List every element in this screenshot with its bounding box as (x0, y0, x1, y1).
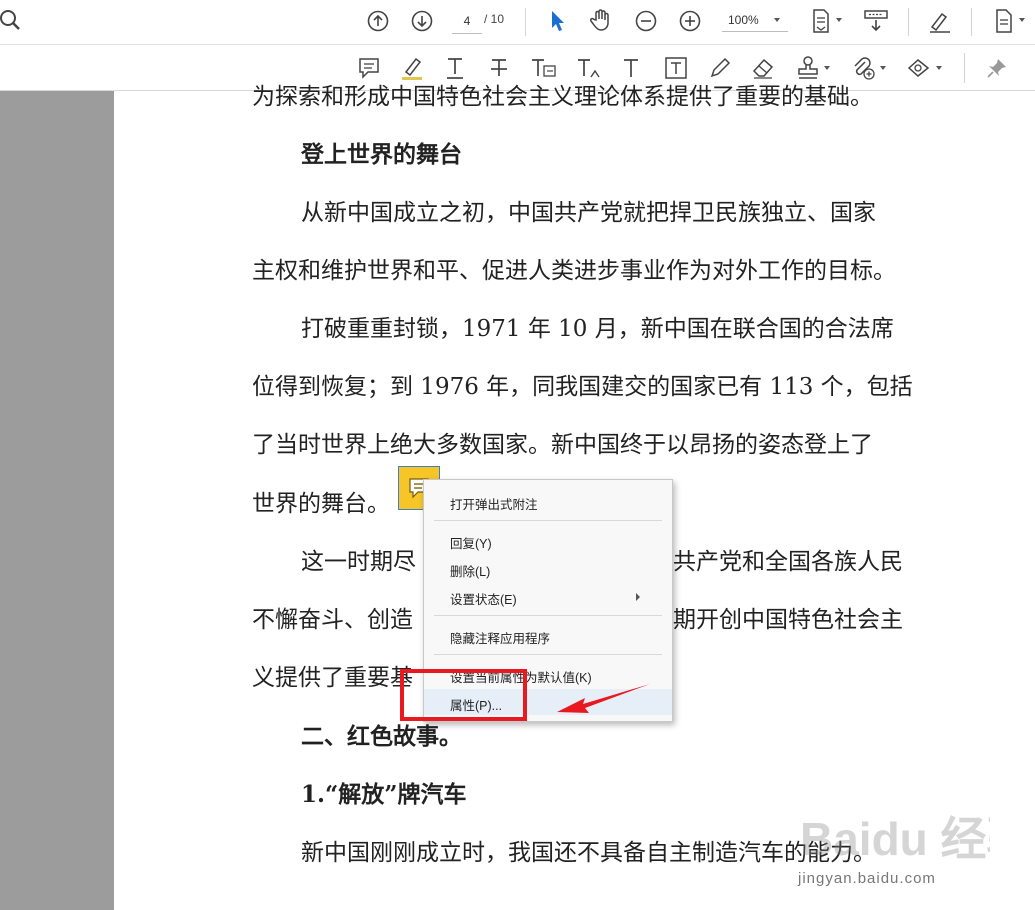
zoom-value: 100% (728, 13, 759, 27)
menu-divider (434, 615, 662, 616)
chevron-down-icon[interactable] (836, 18, 842, 22)
text-box-icon[interactable] (662, 54, 690, 82)
stamp-icon[interactable] (794, 54, 822, 82)
chevron-down-icon[interactable] (824, 66, 830, 70)
section-heading: 二、红色故事。 (301, 723, 462, 750)
page-number-input[interactable] (452, 9, 482, 34)
menu-item-delete[interactable]: 删除(L) (424, 555, 672, 581)
text-line: 为探索和形成中国特色社会主义理论体系提供了重要的基础。 (252, 84, 873, 110)
text-line: 义提供了重要基 (252, 665, 413, 691)
eraser-icon[interactable] (748, 54, 778, 82)
add-text-icon[interactable] (618, 54, 644, 82)
replace-text-icon[interactable] (528, 54, 558, 82)
menu-item-set-status[interactable]: 设置状态(E) (424, 583, 672, 609)
section-heading: 登上世界的舞台 (301, 141, 462, 168)
insert-text-icon[interactable] (574, 54, 604, 82)
menu-item-open-popup-note[interactable]: 打开弹出式附注 (424, 488, 672, 514)
highlight-text-icon[interactable] (398, 54, 426, 82)
toolbar-divider (525, 8, 526, 36)
text-line: 打破重重封锁，1971 年 10 月，新中国在联合国的合法席 (301, 316, 894, 342)
sign-icon[interactable] (926, 7, 954, 35)
menu-item-hide-comment-app[interactable]: 隐藏注释应用程序 (424, 622, 672, 648)
underline-text-icon[interactable] (442, 54, 468, 82)
left-gutter (0, 91, 114, 910)
toolbar-divider (971, 8, 972, 36)
svg-text:Baidu 经验: Baidu 经验 (800, 813, 990, 865)
highlight-box (400, 669, 527, 721)
sticky-note-icon[interactable] (356, 55, 382, 81)
toolbar-divider (964, 53, 965, 83)
hand-tool-icon[interactable] (588, 7, 614, 33)
text-line: 位得到恢复；到 1976 年，同我国建交的国家已有 113 个，包括 (252, 374, 913, 400)
zoom-in-icon[interactable] (678, 9, 702, 33)
pencil-icon[interactable] (706, 54, 734, 82)
zoom-select[interactable]: 100% (722, 9, 788, 32)
text-line: 新中国刚刚成立时，我国还不具备自主制造汽车的能力。 (301, 840, 876, 866)
pin-icon[interactable] (984, 54, 1010, 82)
menu-divider (434, 654, 662, 655)
chevron-down-icon[interactable] (880, 66, 886, 70)
text-line: 这一时期尽 (301, 549, 416, 575)
zoom-out-icon[interactable] (634, 9, 658, 33)
search-icon[interactable] (0, 8, 24, 32)
text-line: 共产党和全国各族人民 (673, 549, 903, 575)
toolbar-divider (908, 8, 909, 36)
section-heading: 1.“解放”牌汽车 (301, 781, 467, 808)
text-line: 期开创中国特色社会主 (673, 607, 903, 633)
main-toolbar: / 10 100% (0, 0, 1035, 45)
select-cursor-icon[interactable] (547, 8, 569, 34)
chevron-down-icon[interactable] (936, 66, 942, 70)
chevron-right-icon (636, 593, 640, 601)
strikethrough-text-icon[interactable] (486, 54, 512, 82)
document-menu-icon[interactable] (993, 7, 1015, 35)
text-line: 从新中国成立之初，中国共产党就把捍卫民族独立、国家 (301, 200, 876, 226)
chevron-down-icon (774, 18, 780, 22)
text-line: 世界的舞台。 (252, 491, 390, 517)
menu-item-reply[interactable]: 回复(Y) (424, 527, 672, 553)
attach-file-icon[interactable] (848, 54, 878, 82)
previous-page-icon[interactable] (366, 9, 390, 33)
page-fit-icon[interactable] (809, 7, 833, 35)
next-page-icon[interactable] (410, 9, 434, 33)
pointer-arrow (557, 684, 650, 713)
text-line: 不懈奋斗、创造 (252, 607, 413, 633)
scroll-mode-icon[interactable] (862, 8, 890, 34)
chevron-down-icon[interactable] (1019, 18, 1025, 22)
menu-divider (434, 520, 662, 521)
text-line: 主权和维护世界和平、促进人类进步事业作为对外工作的目标。 (252, 258, 896, 284)
page-total: / 10 (484, 12, 505, 26)
text-line: 了当时世界上绝大多数国家。新中国终于以昂扬的姿态登上了 (252, 432, 873, 458)
drawing-tools-icon[interactable] (904, 54, 934, 82)
watermark-url: jingyan.baidu.com (798, 870, 936, 887)
